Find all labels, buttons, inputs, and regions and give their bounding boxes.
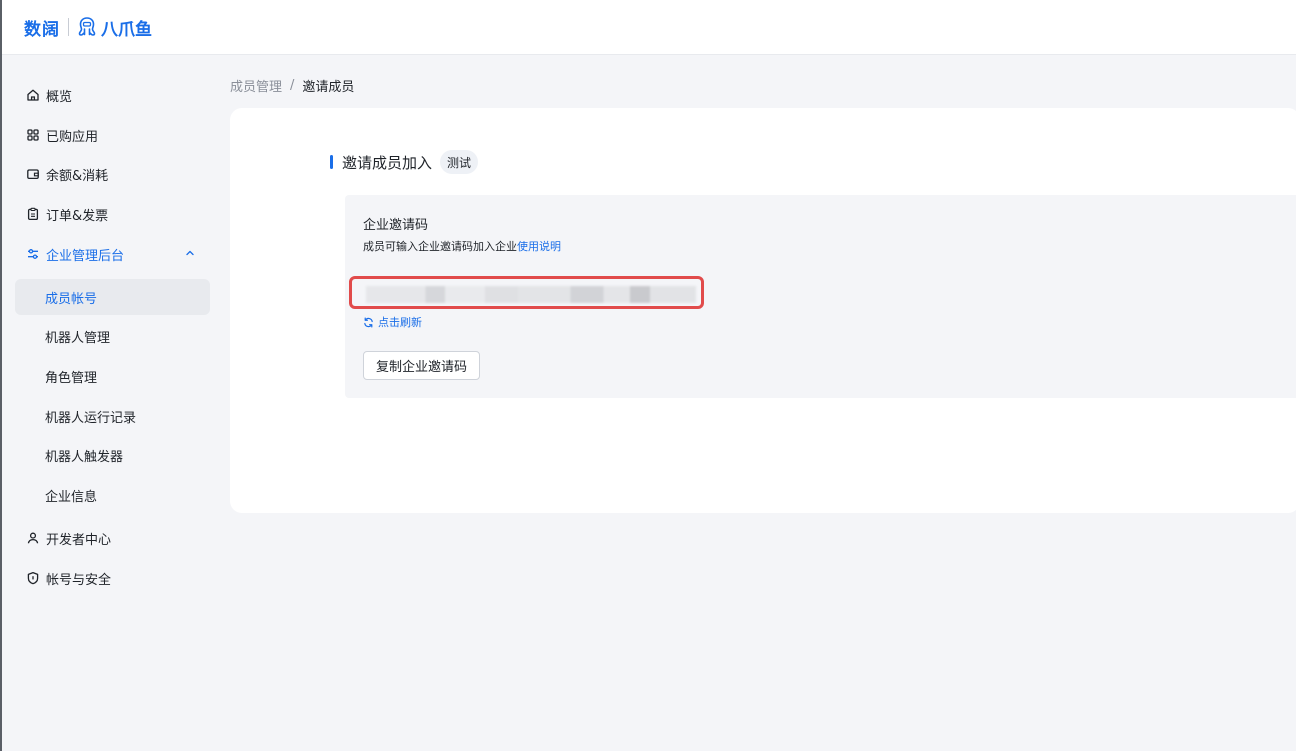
sidebar-item-label: 帐号与安全: [46, 572, 112, 588]
invite-code-title: 企业邀请码: [363, 218, 429, 233]
user-icon: [26, 531, 40, 545]
invite-code-field[interactable]: [349, 276, 704, 309]
enterprise-tag: 测试: [440, 150, 479, 174]
logo-divider: [68, 18, 69, 36]
sidebar-item-label: 已购应用: [46, 129, 99, 145]
sidebar: 概览 已购应用 余额&消耗 订单&发票 企业管理后台 成员帐号 机器人管理 角色…: [2, 56, 214, 751]
title-accent-bar: [330, 155, 333, 169]
sidebar-subitem-robot-run-records[interactable]: 机器人运行记录: [15, 398, 210, 434]
refresh-icon: [363, 317, 374, 328]
sidebar-subitem-robot-management[interactable]: 机器人管理: [15, 318, 210, 354]
sidebar-item-label: 开发者中心: [46, 532, 112, 548]
sidebar-subitem-enterprise-info[interactable]: 企业信息: [15, 477, 210, 513]
apps-grid-icon: [26, 128, 40, 142]
sidebar-subitem-label: 机器人触发器: [45, 449, 124, 465]
breadcrumb-current: 邀请成员: [302, 80, 355, 95]
sidebar-item-label: 概览: [46, 89, 73, 105]
sidebar-item-developer-center[interactable]: 开发者中心: [14, 520, 210, 556]
sidebar-subitem-robot-triggers[interactable]: 机器人触发器: [15, 437, 210, 473]
section-header: 邀请成员加入 测试: [330, 150, 479, 174]
breadcrumb: 成员管理 / 邀请成员: [230, 76, 354, 95]
sliders-icon: [26, 247, 40, 261]
help-link[interactable]: 使用说明: [517, 240, 561, 253]
page-title: 邀请成员加入: [342, 153, 433, 172]
sidebar-item-account-security[interactable]: 帐号与安全: [14, 560, 210, 596]
invite-card: 邀请成员加入 测试 企业邀请码 成员可输入企业邀请码加入企业使用说明 点击刷新 …: [230, 108, 1296, 513]
sidebar-subitem-label: 机器人运行记录: [45, 410, 137, 426]
sidebar-subitem-label: 企业信息: [45, 489, 98, 505]
refresh-label: 点击刷新: [378, 316, 422, 329]
description-text: 成员可输入企业邀请码加入企业: [363, 240, 517, 253]
sidebar-item-orders[interactable]: 订单&发票: [14, 196, 210, 232]
breadcrumb-separator: /: [290, 78, 295, 93]
sidebar-subitem-member-accounts[interactable]: 成员帐号: [15, 279, 210, 315]
sidebar-item-label: 余额&消耗: [46, 168, 109, 184]
top-header: 数阔 八爪鱼: [2, 0, 1296, 55]
sidebar-item-label: 企业管理后台: [46, 248, 125, 264]
sidebar-item-balance[interactable]: 余额&消耗: [14, 156, 210, 192]
sidebar-item-label: 订单&发票: [46, 208, 109, 224]
invite-code-panel: 企业邀请码 成员可输入企业邀请码加入企业使用说明 点击刷新 复制企业邀请码: [345, 195, 1296, 398]
sidebar-item-overview[interactable]: 概览: [14, 77, 210, 113]
chevron-up-icon[interactable]: [184, 247, 196, 259]
wallet-icon: [26, 167, 40, 181]
invite-code-description: 成员可输入企业邀请码加入企业使用说明: [363, 238, 561, 254]
octopus-icon: [76, 16, 98, 38]
home-icon: [26, 88, 40, 102]
copy-invite-code-button[interactable]: 复制企业邀请码: [363, 351, 480, 380]
blurred-invite-code: [366, 286, 696, 303]
breadcrumb-parent[interactable]: 成员管理: [230, 76, 282, 95]
logo-shukuo: 数阔: [24, 19, 60, 40]
brand-logo[interactable]: 数阔 八爪鱼: [24, 15, 152, 40]
sidebar-subitem-label: 角色管理: [45, 370, 98, 386]
logo-bazhuayu: 八爪鱼: [101, 19, 152, 40]
refresh-link[interactable]: 点击刷新: [363, 314, 422, 330]
shield-icon: [26, 571, 40, 585]
clipboard-icon: [26, 207, 40, 221]
sidebar-item-enterprise-admin[interactable]: 企业管理后台: [14, 236, 210, 272]
sidebar-subitem-label: 机器人管理: [45, 330, 111, 346]
sidebar-item-purchased-apps[interactable]: 已购应用: [14, 117, 210, 153]
sidebar-subitem-label: 成员帐号: [45, 291, 98, 307]
sidebar-subitem-role-management[interactable]: 角色管理: [15, 358, 210, 394]
